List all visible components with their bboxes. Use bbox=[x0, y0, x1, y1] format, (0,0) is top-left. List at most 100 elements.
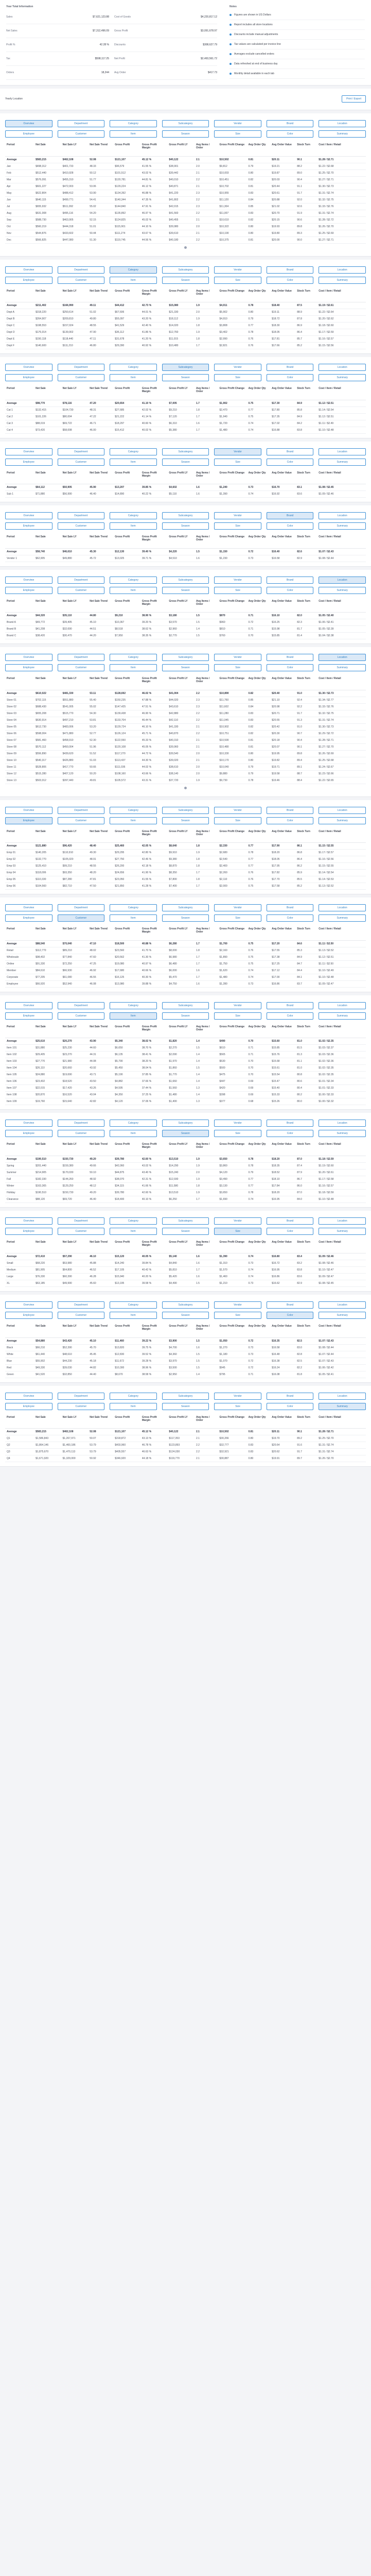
column-header[interactable]: Avg Order Qty bbox=[246, 142, 271, 157]
tab-department[interactable]: Department bbox=[57, 1120, 105, 1127]
tab-color[interactable]: Color bbox=[266, 914, 314, 922]
tab-brand[interactable]: Brand bbox=[266, 364, 314, 371]
column-header[interactable]: Gross Profit Margin bbox=[140, 1323, 168, 1338]
tab-department[interactable]: Department bbox=[57, 1002, 105, 1009]
column-header[interactable]: Period bbox=[5, 142, 34, 157]
column-header[interactable]: Avg Items / Order bbox=[194, 1414, 218, 1429]
tab-color[interactable]: Color bbox=[266, 664, 314, 671]
tab-overview[interactable]: Overview bbox=[5, 448, 52, 455]
column-header[interactable]: Net Sale bbox=[34, 1323, 61, 1338]
tab-employee[interactable]: Employee bbox=[5, 914, 52, 922]
tab-employee[interactable]: Employee bbox=[5, 458, 52, 466]
column-header[interactable]: Avg Order Qty bbox=[246, 534, 271, 549]
column-header[interactable]: Avg Items / Order bbox=[194, 142, 218, 157]
tab-color[interactable]: Color bbox=[266, 1312, 314, 1319]
tab-category[interactable]: Category bbox=[110, 654, 157, 661]
column-header[interactable]: Cost / Item / Retail bbox=[317, 469, 366, 484]
tab-size[interactable]: Size bbox=[214, 1012, 261, 1020]
tab-category[interactable]: Category bbox=[110, 364, 157, 371]
column-header[interactable]: Avg Order Qty bbox=[246, 469, 271, 484]
tab-department[interactable]: Department bbox=[57, 904, 105, 911]
column-header[interactable]: Gross Profit Change bbox=[218, 469, 247, 484]
column-header[interactable]: Gross Profit bbox=[113, 1141, 140, 1156]
export-button[interactable]: Print / Export bbox=[342, 95, 366, 103]
tab-size[interactable]: Size bbox=[214, 522, 261, 530]
tab-summary[interactable]: Summary bbox=[319, 522, 366, 530]
tab-overview[interactable]: Overview bbox=[5, 806, 52, 814]
column-header[interactable]: Net Sale LY bbox=[61, 1323, 89, 1338]
tab-subcategory[interactable]: Subcategory bbox=[162, 1002, 209, 1009]
column-header[interactable]: Avg Order Qty bbox=[246, 1239, 271, 1253]
tab-department[interactable]: Department bbox=[57, 448, 105, 455]
column-header[interactable]: Avg Order Qty bbox=[246, 1414, 271, 1429]
column-header[interactable]: Gross Profit bbox=[113, 598, 140, 613]
tab-color[interactable]: Color bbox=[266, 458, 314, 466]
tab-size[interactable]: Size bbox=[214, 458, 261, 466]
column-header[interactable]: Gross Profit Change bbox=[218, 598, 247, 613]
tab-subcategory[interactable]: Subcategory bbox=[162, 1392, 209, 1400]
tab-department[interactable]: Department bbox=[57, 1392, 105, 1400]
tab-color[interactable]: Color bbox=[266, 1227, 314, 1235]
tab-vendor[interactable]: Vendor bbox=[214, 120, 261, 127]
tab-season[interactable]: Season bbox=[162, 522, 209, 530]
tab-department[interactable]: Department bbox=[57, 266, 105, 274]
column-header[interactable]: Period bbox=[5, 1323, 34, 1338]
tab-brand[interactable]: Brand bbox=[266, 448, 314, 455]
tab-brand[interactable]: Brand bbox=[266, 1392, 314, 1400]
column-header[interactable]: Net Sale Trend bbox=[88, 675, 114, 690]
column-header[interactable]: Avg Order Value bbox=[270, 1141, 296, 1156]
tab-item[interactable]: Item bbox=[110, 374, 157, 381]
tab-overview[interactable]: Overview bbox=[5, 576, 52, 584]
tab-subcategory[interactable]: Subcategory bbox=[162, 120, 209, 127]
column-header[interactable]: Gross Profit Change bbox=[218, 1239, 247, 1253]
column-header[interactable]: Gross Profit Margin bbox=[140, 828, 168, 843]
column-header[interactable]: Stock Turn bbox=[295, 1239, 317, 1253]
tab-location[interactable]: Location bbox=[319, 364, 366, 371]
tab-subcategory[interactable]: Subcategory bbox=[162, 364, 209, 371]
tab-employee[interactable]: Employee bbox=[5, 586, 52, 594]
tab-summary[interactable]: Summary bbox=[319, 664, 366, 671]
column-header[interactable]: Stock Turn bbox=[295, 828, 317, 843]
tab-customer[interactable]: Customer bbox=[57, 458, 105, 466]
column-header[interactable]: Gross Profit LY bbox=[167, 287, 195, 302]
column-header[interactable]: Cost / Item / Retail bbox=[317, 287, 366, 302]
tab-customer[interactable]: Customer bbox=[57, 522, 105, 530]
column-header[interactable]: Net Sale Trend bbox=[88, 1023, 114, 1038]
column-header[interactable]: Net Sale Trend bbox=[88, 1414, 114, 1429]
column-header[interactable]: Avg Items / Order bbox=[194, 469, 218, 484]
column-header[interactable]: Net Sale bbox=[34, 1239, 61, 1253]
column-header[interactable]: Avg Order Value bbox=[270, 675, 296, 690]
column-header[interactable]: Gross Profit bbox=[113, 385, 140, 400]
tab-department[interactable]: Department bbox=[57, 120, 105, 127]
column-header[interactable]: Net Sale LY bbox=[61, 1414, 89, 1429]
column-header[interactable]: Gross Profit Margin bbox=[140, 1023, 168, 1038]
column-header[interactable]: Period bbox=[5, 534, 34, 549]
tab-subcategory[interactable]: Subcategory bbox=[162, 654, 209, 661]
column-header[interactable]: Stock Turn bbox=[295, 675, 317, 690]
tab-subcategory[interactable]: Subcategory bbox=[162, 576, 209, 584]
column-header[interactable]: Gross Profit bbox=[113, 1323, 140, 1338]
tab-subcategory[interactable]: Subcategory bbox=[162, 512, 209, 519]
tab-category[interactable]: Category bbox=[110, 1392, 157, 1400]
column-header[interactable]: Gross Profit Change bbox=[218, 1023, 247, 1038]
column-header[interactable]: Period bbox=[5, 287, 34, 302]
tab-customer[interactable]: Customer bbox=[57, 1312, 105, 1319]
tab-subcategory[interactable]: Subcategory bbox=[162, 448, 209, 455]
column-header[interactable]: Gross Profit Change bbox=[218, 534, 247, 549]
tab-location[interactable]: Location bbox=[319, 1002, 366, 1009]
tab-subcategory[interactable]: Subcategory bbox=[162, 904, 209, 911]
tab-summary[interactable]: Summary bbox=[319, 276, 366, 284]
column-header[interactable]: Net Sale Trend bbox=[88, 534, 114, 549]
tab-brand[interactable]: Brand bbox=[266, 120, 314, 127]
tab-category[interactable]: Category bbox=[110, 512, 157, 519]
tab-vendor[interactable]: Vendor bbox=[214, 654, 261, 661]
tab-department[interactable]: Department bbox=[57, 1301, 105, 1309]
column-header[interactable]: Gross Profit Margin bbox=[140, 287, 168, 302]
tab-item[interactable]: Item bbox=[110, 1130, 157, 1137]
column-header[interactable]: Net Sale Trend bbox=[88, 926, 114, 941]
tab-season[interactable]: Season bbox=[162, 374, 209, 381]
tab-item[interactable]: Item bbox=[110, 914, 157, 922]
tab-vendor[interactable]: Vendor bbox=[214, 1217, 261, 1225]
column-header[interactable]: Avg Items / Order bbox=[194, 598, 218, 613]
column-header[interactable]: Net Sale Trend bbox=[88, 828, 114, 843]
